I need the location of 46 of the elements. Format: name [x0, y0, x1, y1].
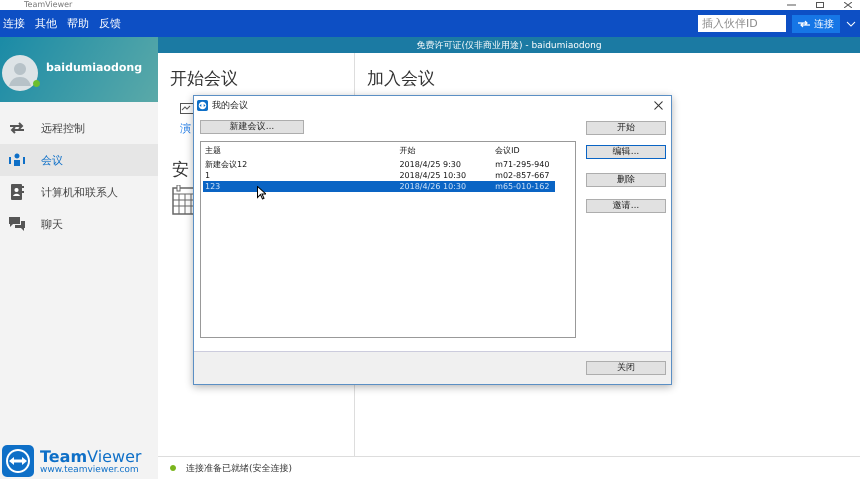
column-header[interactable]: 主题 [203, 145, 400, 156]
app-icon [197, 100, 208, 110]
close-icon[interactable] [654, 100, 663, 110]
close-button[interactable]: 关闭 [586, 361, 666, 375]
status-text: 连接准备已就绪(安全连接) [186, 462, 292, 474]
menu-item[interactable]: 其他 [35, 16, 57, 31]
brand-name: TeamViewer [40, 448, 142, 464]
nav-item[interactable]: 计算机和联系人 [0, 176, 158, 208]
dropdown-caret-icon[interactable] [846, 20, 856, 26]
mouse-cursor-icon [257, 186, 266, 200]
dialog-action-button[interactable]: 删除 [586, 173, 666, 187]
presentation-icon [180, 103, 194, 117]
username: baidumiaodong [46, 61, 142, 74]
nav-item[interactable]: 聊天 [0, 208, 158, 240]
menu-item[interactable]: 反馈 [99, 16, 121, 31]
panel-title: 开始会议 [170, 68, 239, 90]
partner-id-field[interactable]: 插入伙伴ID [698, 15, 786, 32]
website-link[interactable]: www.teamviewer.com [40, 464, 142, 474]
arrows-icon [9, 122, 25, 134]
contact-card-icon [9, 184, 25, 200]
connect-button[interactable]: 连接 [792, 14, 840, 32]
dialog-title: 我的会议 [212, 100, 248, 112]
new-meeting-button[interactable]: 新建会议... [200, 120, 304, 134]
menu-item[interactable]: 帮助 [67, 16, 89, 31]
meeting-row[interactable]: 新建会议12 2018/4/25 9:30 m71-295-940 [203, 159, 555, 170]
minimize-icon[interactable] [787, 2, 796, 8]
chat-bubbles-icon [9, 217, 25, 231]
arrows-icon [798, 20, 810, 28]
license-text: 免费许可证(仅非商业用途) - baidumiaodong [416, 40, 602, 52]
nav-item[interactable]: 会议 [0, 144, 158, 176]
window-title: TeamViewer [24, 0, 72, 10]
dialog-action-button[interactable]: 邀请... [586, 199, 666, 213]
dialog-action-button[interactable]: 开始 [586, 121, 666, 135]
menu-item[interactable]: 连接 [3, 16, 25, 31]
nav-item[interactable]: 远程控制 [0, 112, 158, 144]
column-header[interactable]: 开始 [399, 145, 496, 156]
section-title: 安 [172, 159, 189, 181]
dialog-action-button[interactable]: 编辑... [586, 145, 666, 159]
close-icon[interactable] [844, 2, 852, 8]
meeting-row[interactable]: 123 2018/4/26 10:30 m65-010-162 [203, 181, 555, 192]
panel-title: 加入会议 [367, 68, 435, 90]
meeting-row[interactable]: 1 2018/4/25 10:30 m02-857-667 [203, 170, 555, 181]
avatar-silhouette-icon [2, 55, 38, 91]
maximize-icon[interactable] [816, 2, 824, 8]
column-header[interactable]: 会议ID [495, 145, 555, 156]
people-icon [9, 153, 25, 167]
